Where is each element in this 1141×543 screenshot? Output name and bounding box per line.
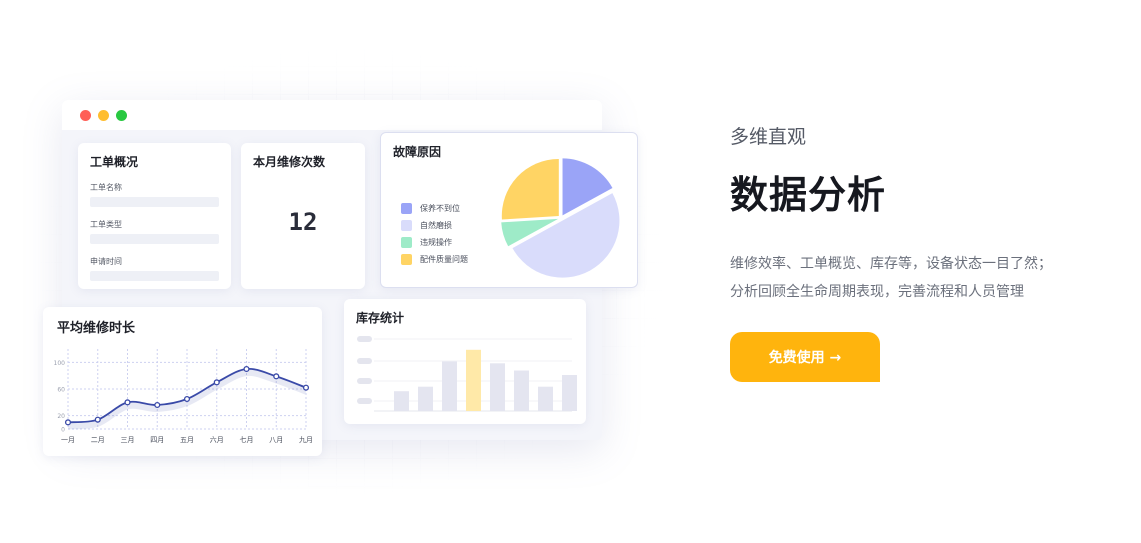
hero-desc-line-1: 维修效率、工单概览、库存等，设备状态一目了然； — [730, 256, 1052, 272]
x-tick-label: 八月 — [269, 436, 283, 444]
bar — [466, 349, 481, 411]
y-tick-label: 60 — [57, 387, 65, 394]
x-tick-label: 九月 — [299, 435, 313, 444]
bar — [562, 375, 577, 411]
bar — [490, 363, 505, 411]
legend-item: 配件质量问题 — [401, 254, 468, 265]
field-input-name[interactable] — [90, 197, 219, 207]
data-point — [243, 365, 250, 373]
bar — [418, 386, 433, 411]
avg-repair-line-chart: 0 20 60 100 一月 二月 三月 四月 五月 六月 七月 八月 九月 — [54, 349, 313, 444]
free-trial-button[interactable]: 免费使用 → — [730, 332, 880, 382]
avg-repair-title: 平均维修时长 — [57, 321, 136, 336]
x-tick-label: 二月 — [91, 436, 105, 444]
monthly-repairs-card: 本月维修次数 12 — [241, 143, 365, 289]
y-tick-placeholder — [357, 336, 372, 342]
inventory-bar-chart — [357, 336, 577, 412]
x-tick-label: 四月 — [150, 436, 164, 444]
legend-label: 保养不到位 — [420, 204, 460, 213]
legend-item: 保养不到位 — [401, 203, 468, 214]
data-point — [213, 379, 220, 386]
monthly-title: 本月维修次数 — [253, 155, 326, 169]
inventory-title: 库存统计 — [356, 311, 405, 325]
y-tick-placeholder — [357, 358, 372, 364]
bar — [514, 370, 529, 411]
field-label-name: 工单名称 — [90, 183, 122, 192]
bar — [442, 361, 457, 411]
field-label-type: 工单类型 — [90, 220, 122, 229]
maximize-dot[interactable] — [116, 109, 127, 121]
y-tick-placeholder — [357, 398, 372, 404]
data-point — [124, 399, 131, 406]
x-tick-label: 一月 — [61, 436, 75, 444]
data-point — [64, 419, 72, 426]
bar — [538, 386, 553, 411]
x-tick-label: 七月 — [240, 435, 254, 444]
data-point — [94, 416, 101, 423]
legend-label: 配件质量问题 — [420, 255, 468, 264]
field-label-date: 申请时间 — [90, 257, 122, 266]
overview-title: 工单概况 — [90, 155, 139, 169]
legend-label: 自然磨损 — [420, 221, 452, 230]
fault-cause-card: 故障原因 保养不到位 自然磨损 违规操作 配件质量问题 — [380, 132, 638, 288]
y-tick-label: 20 — [57, 413, 65, 420]
bar — [394, 391, 409, 411]
legend-label: 违规操作 — [420, 238, 452, 247]
data-point — [273, 373, 280, 380]
hero-title: 数据分析 — [730, 173, 887, 217]
field-input-date[interactable] — [90, 271, 219, 281]
legend-item: 违规操作 — [401, 237, 468, 248]
legend-swatch — [401, 237, 412, 248]
legend-swatch — [401, 203, 412, 214]
legend-swatch — [401, 254, 412, 265]
hero-subtitle: 多维直观 — [730, 126, 807, 148]
data-point — [302, 384, 310, 391]
pie-slice — [501, 158, 559, 220]
y-tick-label: 100 — [54, 360, 66, 367]
legend-item: 自然磨损 — [401, 220, 468, 231]
x-tick-label: 六月 — [210, 435, 224, 444]
window-titlebar — [62, 100, 602, 130]
inventory-card: 库存统计 — [344, 299, 586, 424]
x-tick-label: 三月 — [121, 436, 135, 444]
minimize-dot[interactable] — [98, 109, 109, 121]
hero-description: 维修效率、工单概览、库存等，设备状态一目了然； 分析回顾全生命周期表现，完善流程… — [730, 250, 1052, 306]
fault-pie-chart — [501, 158, 620, 278]
data-point — [154, 401, 161, 409]
monthly-value: 12 — [288, 208, 318, 236]
data-point — [183, 395, 191, 403]
hero-desc-line-2: 分析回顾全生命周期表现，完善流程和人员管理 — [730, 284, 1024, 300]
y-tick-label: 0 — [61, 427, 65, 434]
y-tick-placeholder — [357, 378, 372, 384]
field-input-type[interactable] — [90, 234, 219, 244]
legend-swatch — [401, 220, 412, 231]
work-order-overview-card: 工单概况 工单名称 工单类型 申请时间 — [78, 143, 231, 289]
close-dot[interactable] — [80, 109, 91, 121]
fault-legend: 保养不到位 自然磨损 违规操作 配件质量问题 — [401, 203, 468, 271]
avg-repair-time-card: 平均维修时长 0 20 60 100 一月 二月 三月 四月 五月 六月 七月 八月 九月 — [43, 307, 322, 456]
x-tick-label: 五月 — [180, 436, 194, 444]
